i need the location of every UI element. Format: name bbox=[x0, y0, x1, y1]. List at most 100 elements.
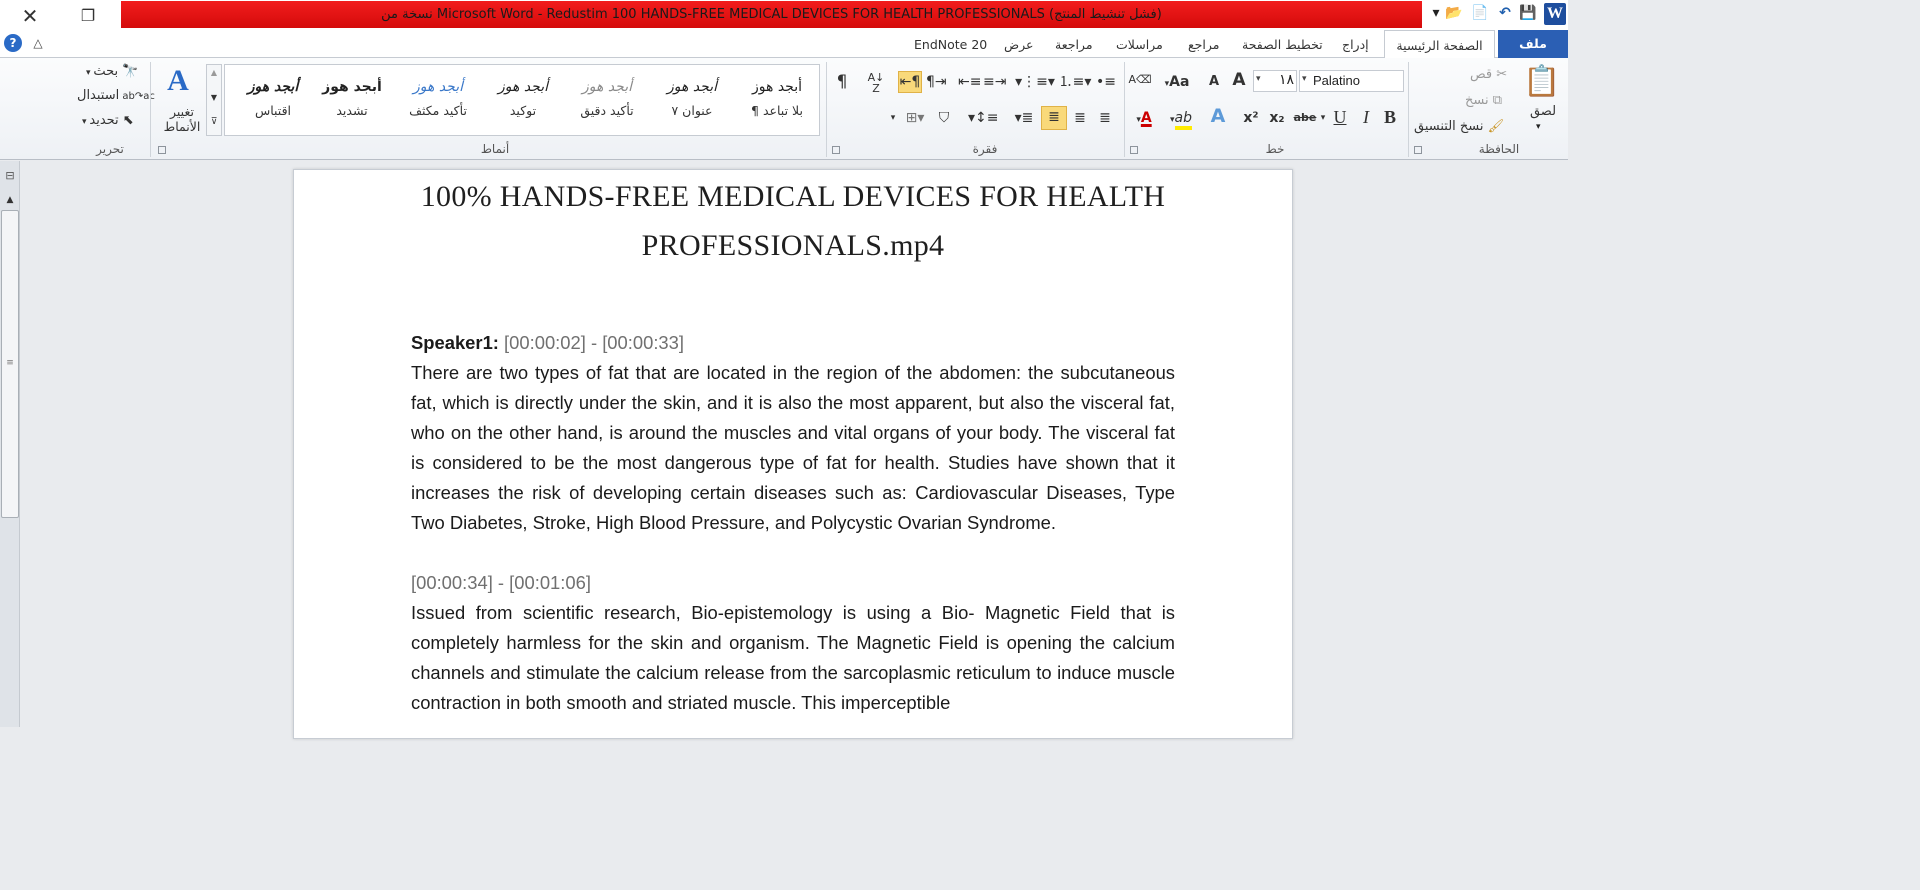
new-document-icon[interactable]: 📄 bbox=[1471, 4, 1489, 22]
speaker-label: Speaker1: bbox=[411, 332, 499, 353]
window-title: نسخة من Microsoft Word - Redustim 100 HA… bbox=[121, 1, 1422, 28]
style-subtle-emphasis[interactable]: أبجد هوز تأكيد دقيق bbox=[565, 67, 649, 133]
cut-button[interactable]: قص ✂ bbox=[1470, 67, 1507, 82]
style-name: تأكيد مكثف bbox=[409, 103, 467, 118]
tab-view[interactable]: عرض bbox=[996, 32, 1041, 58]
copy-button[interactable]: نسخ ⧉ bbox=[1465, 93, 1502, 108]
select-button[interactable]: ▾ تحديد ⬉ bbox=[82, 113, 134, 128]
close-icon[interactable]: ✕ bbox=[18, 4, 42, 28]
clear-formatting-icon[interactable]: A⌫ bbox=[1128, 70, 1152, 90]
clipboard-launcher-icon[interactable] bbox=[1414, 146, 1422, 154]
minimize-ribbon-icon[interactable]: △ bbox=[30, 34, 46, 52]
style-no-spacing[interactable]: أبجد هوز ¶ بلا تباعد bbox=[735, 67, 819, 133]
group-separator bbox=[1408, 62, 1409, 157]
group-separator bbox=[826, 62, 827, 157]
save-icon[interactable]: 💾 bbox=[1519, 4, 1537, 22]
font-color-button[interactable]: ▾A bbox=[1128, 108, 1160, 130]
font-size-dropdown-icon[interactable]: ▾ bbox=[1256, 74, 1261, 84]
justify-icon[interactable]: ▾≣ bbox=[1010, 108, 1038, 128]
multilevel-list-icon[interactable]: ▾⋮≡▾ bbox=[1015, 72, 1055, 92]
clipboard-icon: 📋 bbox=[1523, 64, 1561, 99]
tab-endnote[interactable]: EndNote 20 bbox=[906, 32, 995, 58]
timestamp-2: [00:00:34] - [00:01:06] bbox=[411, 572, 591, 593]
styles-group-label: أنماط bbox=[480, 142, 510, 156]
paragraph-2: Issued from scientific research, Bio-epi… bbox=[411, 602, 1175, 713]
underline-dropdown-icon[interactable]: ▾ bbox=[1318, 108, 1328, 128]
help-icon[interactable]: ? bbox=[4, 34, 22, 52]
change-case-label: Aa bbox=[1169, 74, 1190, 90]
change-case-button[interactable]: ▾Aa bbox=[1162, 72, 1192, 94]
style-strong[interactable]: أبجد هوز تشديد bbox=[310, 67, 394, 133]
numbering-icon[interactable]: ⒈≡▾ bbox=[1058, 72, 1092, 92]
gallery-more-icon[interactable]: ⊽ bbox=[206, 117, 222, 127]
increase-indent-icon[interactable]: ≡⇥ bbox=[983, 72, 1006, 92]
restore-icon[interactable]: ❐ bbox=[77, 5, 99, 27]
shrink-font-icon[interactable]: A bbox=[1204, 72, 1224, 92]
paste-button[interactable]: لصق bbox=[1526, 104, 1560, 119]
replace-button[interactable]: استبدال ab↷ac bbox=[77, 88, 155, 103]
find-label: بحث bbox=[93, 64, 119, 79]
speaker-line: Speaker1: [00:00:02] - [00:00:33] bbox=[411, 328, 1175, 358]
binoculars-icon: 🔭 bbox=[118, 64, 139, 79]
tab-references[interactable]: مراجع bbox=[1180, 32, 1227, 58]
tab-review[interactable]: مراجعة bbox=[1047, 32, 1101, 58]
line-spacing-icon[interactable]: ▾↕≡ bbox=[968, 108, 999, 128]
bullets-icon[interactable]: •≡ bbox=[1094, 72, 1118, 92]
tab-mailings[interactable]: مراسلات bbox=[1108, 32, 1171, 58]
change-styles-icon: A bbox=[167, 64, 189, 97]
font-name-dropdown-icon[interactable]: ▾ bbox=[1302, 74, 1307, 84]
style-heading-7[interactable]: أبجد هوز عنوان ٧ bbox=[650, 67, 734, 133]
font-color-label: A bbox=[1140, 110, 1152, 126]
borders-dropdown-icon[interactable]: ▾ bbox=[886, 108, 900, 128]
style-name: اقتباس bbox=[254, 103, 292, 118]
text-effects-icon[interactable]: A bbox=[1206, 106, 1230, 126]
strikethrough-icon[interactable]: abe bbox=[1292, 108, 1318, 128]
italic-icon[interactable]: I bbox=[1356, 107, 1376, 127]
paste-dropdown-icon[interactable]: ▾ bbox=[1536, 122, 1541, 132]
find-button[interactable]: ▾ بحث 🔭 bbox=[86, 64, 139, 79]
tab-file[interactable]: ملف bbox=[1498, 30, 1568, 58]
align-right-icon[interactable]: ≣ bbox=[1041, 106, 1067, 130]
highlight-label: ab bbox=[1174, 110, 1192, 130]
style-intense-emphasis[interactable]: أبجد هوز تأكيد مكثف bbox=[396, 67, 480, 133]
tab-home[interactable]: الصفحة الرئيسية bbox=[1384, 30, 1495, 59]
gallery-down-icon[interactable]: ▼ bbox=[206, 93, 222, 102]
ribbon-tabs bbox=[0, 30, 1568, 58]
style-name: عنوان ٧ bbox=[671, 103, 713, 118]
decrease-indent-icon[interactable]: ⇤≡ bbox=[958, 72, 981, 92]
undo-icon[interactable]: ↶ bbox=[1496, 4, 1514, 22]
customize-qat-icon[interactable]: ▾ bbox=[1427, 4, 1445, 22]
borders-icon[interactable]: ⊞▾ bbox=[900, 108, 930, 128]
underline-icon[interactable]: U bbox=[1330, 107, 1350, 127]
style-emphasis[interactable]: أبجد هوز توكيد bbox=[481, 67, 565, 133]
ruler-toggle-icon[interactable]: ⊟ bbox=[3, 169, 17, 187]
document-title: 100% HANDS-FREE MEDICAL DEVICES FOR HEAL… bbox=[420, 180, 1166, 262]
select-label: تحديد bbox=[89, 113, 119, 128]
tab-insert[interactable]: إدراج bbox=[1334, 32, 1377, 58]
style-quote[interactable]: أبجد هوز اقتباس bbox=[231, 67, 315, 133]
styles-launcher-icon[interactable] bbox=[158, 146, 166, 154]
gallery-up-icon[interactable]: ▲ bbox=[206, 68, 222, 77]
paragraph-launcher-icon[interactable] bbox=[832, 146, 840, 154]
sort-icon[interactable]: A↓ Z bbox=[866, 72, 886, 94]
style-preview: أبجد هوز bbox=[413, 79, 463, 95]
font-launcher-icon[interactable] bbox=[1130, 146, 1138, 154]
highlight-button[interactable]: ▾ab bbox=[1164, 108, 1198, 130]
change-styles-button[interactable]: تغيير الأنماط bbox=[158, 104, 206, 134]
grow-font-icon[interactable]: A bbox=[1228, 70, 1250, 90]
ltr-direction-icon[interactable]: ¶⇥ bbox=[926, 72, 947, 92]
subscript-icon[interactable]: x₂ bbox=[1266, 108, 1288, 128]
format-painter-button[interactable]: نسخ التنسيق 🖌 bbox=[1414, 119, 1504, 134]
scissors-icon: ✂ bbox=[1492, 67, 1508, 82]
align-center-icon[interactable]: ≣ bbox=[1069, 108, 1091, 128]
show-hide-pilcrow-icon[interactable]: ¶ bbox=[833, 72, 851, 92]
scroll-up-icon[interactable]: ▲ bbox=[3, 195, 17, 205]
tab-page-layout[interactable]: تخطيط الصفحة bbox=[1234, 32, 1331, 58]
rtl-direction-icon[interactable]: ⇤¶ bbox=[898, 71, 922, 93]
shading-icon[interactable]: ⛉ bbox=[934, 108, 954, 128]
bold-icon[interactable]: B bbox=[1380, 107, 1400, 127]
superscript-icon[interactable]: x² bbox=[1240, 108, 1262, 128]
open-icon[interactable]: 📂 bbox=[1445, 4, 1463, 22]
style-preview: أبجد هوز bbox=[322, 79, 382, 95]
align-left-icon[interactable]: ≣ bbox=[1094, 108, 1116, 128]
